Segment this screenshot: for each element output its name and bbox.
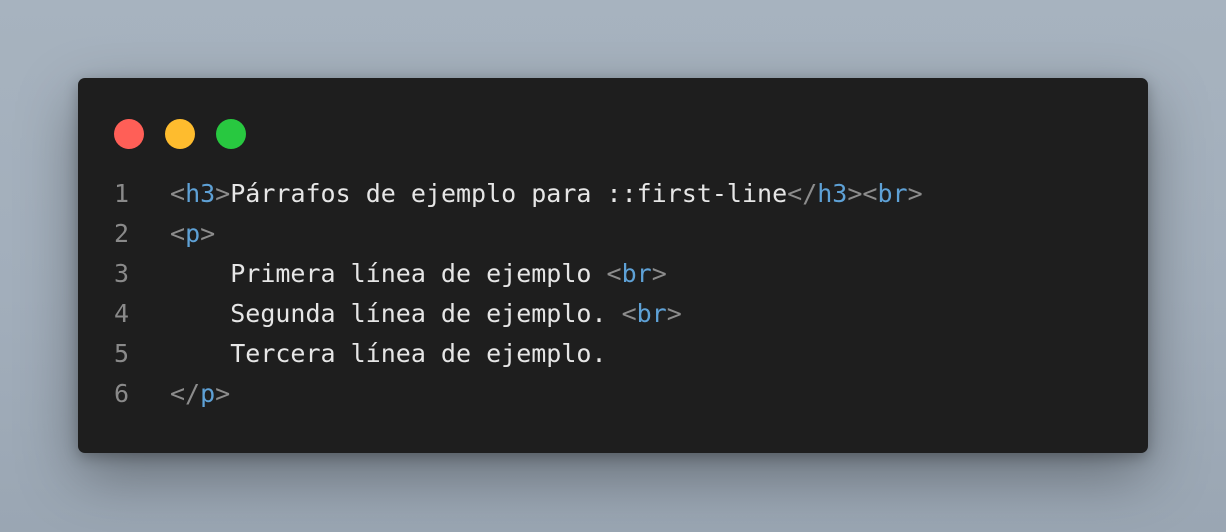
code-content: <p> xyxy=(170,214,215,254)
code-punctuation: > xyxy=(215,379,231,408)
code-punctuation: > xyxy=(651,259,667,288)
code-line: 6 </p> xyxy=(114,374,1114,414)
code-line: 1 <h3>Párrafos de ejemplo para ::first-li… xyxy=(114,174,1114,214)
code-text: Párrafos de ejemplo para ::first-line xyxy=(230,179,788,208)
code-punctuation: </ xyxy=(170,379,201,408)
code-content: Tercera línea de ejemplo. xyxy=(170,334,607,374)
code-window: 1 <h3>Párrafos de ejemplo para ::first-li… xyxy=(78,78,1148,453)
line-number: 2 xyxy=(114,219,130,248)
line-number: 6 xyxy=(114,379,130,408)
code-text: Segunda línea de ejemplo. xyxy=(230,299,622,328)
code-block: 1 <h3>Párrafos de ejemplo para ::first-li… xyxy=(114,174,1114,414)
code-punctuation: >< xyxy=(847,179,878,208)
code-punctuation: > xyxy=(200,219,216,248)
line-number: 4 xyxy=(114,299,130,328)
code-content: Segunda línea de ejemplo. <br> xyxy=(170,294,682,334)
code-tag-name: p xyxy=(185,219,201,248)
code-tag-name: h3 xyxy=(185,179,216,208)
code-punctuation: < xyxy=(606,259,622,288)
line-number: 1 xyxy=(114,179,130,208)
code-punctuation: < xyxy=(170,219,186,248)
code-punctuation: < xyxy=(621,299,637,328)
minimize-button[interactable] xyxy=(165,119,195,149)
code-content: </p> xyxy=(170,374,230,414)
code-content: <h3>Párrafos de ejemplo para ::first-lin… xyxy=(170,174,923,214)
code-tag-name: br xyxy=(636,299,667,328)
code-punctuation: > xyxy=(215,179,231,208)
maximize-button[interactable] xyxy=(216,119,246,149)
code-tag-name: h3 xyxy=(817,179,848,208)
code-tag-name: br xyxy=(621,259,652,288)
code-line: 4 Segunda línea de ejemplo. <br> xyxy=(114,294,1114,334)
code-text: Primera línea de ejemplo xyxy=(230,259,607,288)
code-tag-name: br xyxy=(877,179,908,208)
code-punctuation: < xyxy=(170,179,186,208)
line-number: 3 xyxy=(114,259,130,288)
code-line: 2 <p> xyxy=(114,214,1114,254)
code-punctuation: </ xyxy=(787,179,818,208)
code-content: Primera línea de ejemplo <br> xyxy=(170,254,667,294)
line-number: 5 xyxy=(114,339,130,368)
code-tag-name: p xyxy=(200,379,216,408)
code-punctuation: > xyxy=(666,299,682,328)
code-punctuation: > xyxy=(907,179,923,208)
code-text: Tercera línea de ejemplo. xyxy=(230,339,607,368)
code-line: 3 Primera línea de ejemplo <br> xyxy=(114,254,1114,294)
window-controls xyxy=(114,119,246,149)
code-line: 5 Tercera línea de ejemplo. xyxy=(114,334,1114,374)
close-button[interactable] xyxy=(114,119,144,149)
